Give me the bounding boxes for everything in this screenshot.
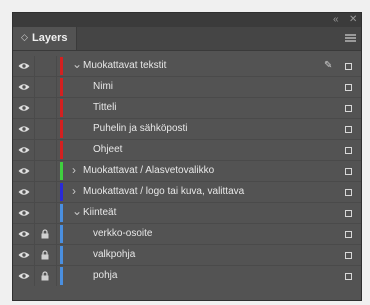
panel-titlebar: « ✕ bbox=[13, 13, 361, 27]
layer-row[interactable]: › Muokattavat / Alasvetovalikko bbox=[13, 161, 361, 182]
tab-layers-label: Layers bbox=[32, 32, 68, 44]
layer-target-square[interactable] bbox=[345, 84, 352, 91]
lock-toggle[interactable] bbox=[34, 119, 57, 139]
layer-target-square[interactable] bbox=[345, 273, 352, 280]
layer-row[interactable]: Nimi bbox=[13, 77, 361, 98]
layer-name: Titteli bbox=[93, 102, 117, 113]
lock-toggle[interactable] bbox=[34, 266, 57, 286]
eye-icon[interactable] bbox=[18, 62, 30, 70]
layer-color-bar bbox=[60, 183, 63, 201]
layer-name: Muokattavat tekstit bbox=[83, 60, 167, 71]
lock-toggle[interactable] bbox=[34, 182, 57, 202]
layer-color-bar bbox=[60, 225, 63, 243]
close-icon[interactable]: ✕ bbox=[349, 14, 357, 26]
lock-toggle[interactable] bbox=[34, 203, 57, 223]
layer-row[interactable]: › Muokattavat / logo tai kuva, valittava bbox=[13, 182, 361, 203]
lock-toggle[interactable] bbox=[34, 140, 57, 160]
layer-target-square[interactable] bbox=[345, 189, 352, 196]
visibility-toggle[interactable] bbox=[13, 140, 34, 160]
layer-color-bar bbox=[60, 99, 63, 117]
layer-name: verkko-osoite bbox=[93, 228, 153, 239]
chevron-right-icon[interactable]: › bbox=[72, 184, 76, 198]
visibility-toggle[interactable] bbox=[13, 266, 34, 286]
visibility-toggle[interactable] bbox=[13, 245, 34, 265]
layer-row[interactable]: ⌄ Kiinteät bbox=[13, 203, 361, 224]
chevron-right-icon[interactable]: › bbox=[72, 163, 76, 177]
layer-name: Kiinteät bbox=[83, 207, 117, 218]
layer-color-bar bbox=[60, 204, 63, 222]
layer-name: Muokattavat / logo tai kuva, valittava bbox=[83, 186, 245, 197]
eye-icon[interactable] bbox=[18, 146, 30, 154]
layer-target-square[interactable] bbox=[345, 168, 352, 175]
layer-name: Nimi bbox=[93, 81, 113, 92]
layers-panel: « ✕ ◇ Layers ⌄ Muokattavat tekstit ✎ Nimi Ti… bbox=[12, 12, 362, 301]
eye-icon[interactable] bbox=[18, 83, 30, 91]
lock-toggle[interactable] bbox=[34, 77, 57, 97]
layer-target-square[interactable] bbox=[345, 210, 352, 217]
lock-toggle[interactable] bbox=[34, 98, 57, 118]
lock-toggle[interactable] bbox=[34, 161, 57, 181]
eye-icon[interactable] bbox=[18, 272, 30, 280]
layer-color-bar bbox=[60, 246, 63, 264]
layer-color-bar bbox=[60, 267, 63, 285]
layer-target-square[interactable] bbox=[345, 126, 352, 133]
panel-menu-icon[interactable] bbox=[345, 34, 356, 42]
panel-footer bbox=[13, 286, 361, 300]
layer-row[interactable]: Titteli bbox=[13, 98, 361, 119]
layer-row[interactable]: verkko-osoite bbox=[13, 224, 361, 245]
tab-collapse-icon[interactable]: ◇ bbox=[21, 32, 28, 43]
layer-color-bar bbox=[60, 78, 63, 96]
visibility-toggle[interactable] bbox=[13, 203, 34, 223]
layer-name: pohja bbox=[93, 270, 118, 281]
eye-icon[interactable] bbox=[18, 209, 30, 217]
visibility-toggle[interactable] bbox=[13, 161, 34, 181]
layer-name: valkpohja bbox=[93, 249, 136, 260]
lock-icon[interactable] bbox=[41, 271, 49, 281]
pen-icon: ✎ bbox=[324, 60, 333, 71]
eye-icon[interactable] bbox=[18, 125, 30, 133]
layer-row[interactable]: Ohjeet bbox=[13, 140, 361, 161]
layer-color-bar bbox=[60, 57, 63, 75]
layer-name: Muokattavat / Alasvetovalikko bbox=[83, 165, 215, 176]
lock-icon[interactable] bbox=[41, 229, 49, 239]
layer-target-square[interactable] bbox=[345, 252, 352, 259]
double-chevron-left-icon[interactable]: « bbox=[333, 14, 339, 26]
lock-toggle[interactable] bbox=[34, 56, 57, 76]
layer-target-square[interactable] bbox=[345, 147, 352, 154]
visibility-toggle[interactable] bbox=[13, 77, 34, 97]
tab-layers[interactable]: ◇ Layers bbox=[13, 27, 77, 50]
layer-list: ⌄ Muokattavat tekstit ✎ Nimi Titteli Puhelin … bbox=[13, 56, 361, 287]
eye-icon[interactable] bbox=[18, 230, 30, 238]
visibility-toggle[interactable] bbox=[13, 224, 34, 244]
chevron-down-icon[interactable]: ⌄ bbox=[72, 57, 82, 71]
eye-icon[interactable] bbox=[18, 167, 30, 175]
tab-row: ◇ Layers bbox=[13, 27, 361, 51]
eye-icon[interactable] bbox=[18, 251, 30, 259]
lock-toggle[interactable] bbox=[34, 224, 57, 244]
layer-target-square[interactable] bbox=[345, 63, 352, 70]
visibility-toggle[interactable] bbox=[13, 182, 34, 202]
lock-icon[interactable] bbox=[41, 250, 49, 260]
visibility-toggle[interactable] bbox=[13, 98, 34, 118]
eye-icon[interactable] bbox=[18, 188, 30, 196]
lock-toggle[interactable] bbox=[34, 245, 57, 265]
layer-target-square[interactable] bbox=[345, 231, 352, 238]
visibility-toggle[interactable] bbox=[13, 56, 34, 76]
layer-name: Puhelin ja sähköposti bbox=[93, 123, 188, 134]
layer-row[interactable]: Puhelin ja sähköposti bbox=[13, 119, 361, 140]
eye-icon[interactable] bbox=[18, 104, 30, 112]
layer-row[interactable]: ⌄ Muokattavat tekstit ✎ bbox=[13, 56, 361, 77]
chevron-down-icon[interactable]: ⌄ bbox=[72, 204, 82, 218]
layer-color-bar bbox=[60, 141, 63, 159]
layer-name: Ohjeet bbox=[93, 144, 123, 155]
layer-target-square[interactable] bbox=[345, 105, 352, 112]
layer-color-bar bbox=[60, 162, 63, 180]
layer-color-bar bbox=[60, 120, 63, 138]
visibility-toggle[interactable] bbox=[13, 119, 34, 139]
layer-row[interactable]: valkpohja bbox=[13, 245, 361, 266]
layer-row[interactable]: pohja bbox=[13, 266, 361, 287]
